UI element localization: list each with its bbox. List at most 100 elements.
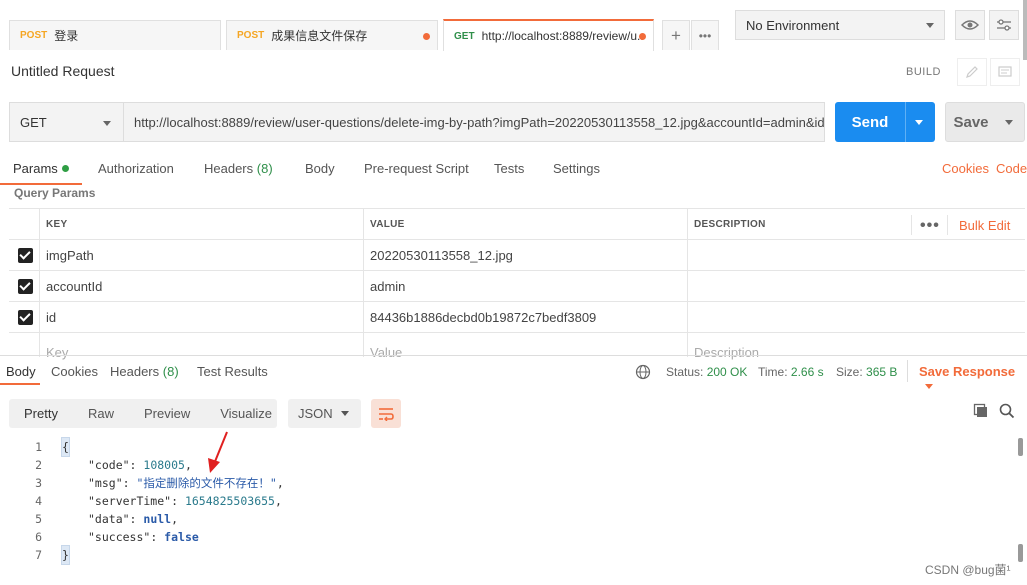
tab-pre-request-script[interactable]: Pre-request Script <box>364 161 469 176</box>
json-key: "msg" <box>88 476 123 490</box>
line-number: 6 <box>35 530 42 544</box>
json-value: false <box>164 530 199 544</box>
param-description[interactable] <box>688 271 1025 302</box>
chevron-down-icon <box>926 23 934 28</box>
line-number: 2 <box>35 458 42 472</box>
row-checkbox[interactable] <box>18 248 33 263</box>
json-key: "success" <box>88 530 151 544</box>
checkbox-cell <box>9 302 40 333</box>
table-header-row: KEY VALUE DESCRIPTION ••• Bulk Edit <box>9 209 1025 240</box>
tab-label: Authorization <box>98 161 174 176</box>
wrap-lines-button[interactable] <box>371 399 401 428</box>
active-dot-icon <box>61 165 69 172</box>
view-raw[interactable]: Raw <box>73 406 129 421</box>
column-header-value: VALUE <box>364 209 688 240</box>
table-row: id 84436b1886decbd0b19872c7bedf3809 <box>9 302 1025 333</box>
tab-label: Body <box>305 161 335 176</box>
request-section-tabs: Params Authorization Headers (8) Body Pr… <box>0 155 1027 185</box>
search-icon[interactable] <box>999 403 1015 419</box>
response-tab-body[interactable]: Body <box>6 364 36 379</box>
view-visualize[interactable]: Visualize <box>205 406 287 421</box>
chevron-down-icon[interactable] <box>1005 119 1013 125</box>
chevron-down-icon <box>925 384 933 389</box>
tab-options-button[interactable]: ••• <box>691 20 719 50</box>
json-key: "data" <box>88 512 130 526</box>
view-pretty[interactable]: Pretty <box>9 406 73 421</box>
new-key-input[interactable]: Key <box>40 333 364 360</box>
code-line: 5 "data": null, <box>0 510 1027 528</box>
tab-title: 登录 <box>54 29 79 43</box>
response-tab-cookies[interactable]: Cookies <box>51 364 98 379</box>
code-link[interactable]: Code <box>996 161 1027 176</box>
globe-icon[interactable] <box>635 364 651 380</box>
format-select[interactable]: JSON <box>288 399 361 428</box>
param-value[interactable]: admin <box>364 271 688 302</box>
response-tab-headers[interactable]: Headers (8) <box>110 364 179 379</box>
tab-body[interactable]: Body <box>305 161 335 176</box>
unsaved-dot-icon <box>639 33 646 40</box>
divider <box>947 215 948 235</box>
response-body-editor[interactable]: 1{ 2 "code": 108005, 3 "msg": "指定删除的文件不存在！… <box>0 437 1027 565</box>
tab-authorization[interactable]: Authorization <box>98 161 174 176</box>
param-key[interactable]: imgPath <box>40 240 364 271</box>
response-time: Time: 2.66 s <box>758 365 824 379</box>
http-method-select[interactable]: GET <box>9 102 124 142</box>
new-description-input[interactable]: Description <box>688 333 1025 360</box>
send-split <box>905 102 906 142</box>
editor-scrollbar[interactable] <box>1018 438 1023 456</box>
url-input[interactable]: http://localhost:8889/review/user-questi… <box>124 102 825 142</box>
row-checkbox[interactable] <box>18 279 33 294</box>
send-button[interactable]: Send <box>835 102 935 142</box>
request-tab-active[interactable]: GET http://localhost:8889/review/u... <box>443 19 654 51</box>
copy-icon[interactable] <box>973 403 989 419</box>
row-checkbox[interactable] <box>18 310 33 325</box>
tab-settings[interactable]: Settings <box>553 161 600 176</box>
environment-quick-look-button[interactable] <box>955 10 985 40</box>
new-tab-button[interactable]: + <box>662 20 690 50</box>
editor-scrollbar[interactable] <box>1018 544 1023 562</box>
save-response-button[interactable]: Save Response <box>919 364 1027 394</box>
line-number: 3 <box>35 476 42 490</box>
active-tab-indicator <box>0 383 40 385</box>
more-icon: ••• <box>698 28 712 43</box>
save-button[interactable]: Save <box>945 102 1025 142</box>
request-tab-login[interactable]: POST 登录 <box>9 20 221 50</box>
param-description[interactable] <box>688 302 1025 333</box>
table-row: imgPath 20220530113558_12.jpg <box>9 240 1025 271</box>
tab-title: http://localhost:8889/review/u... <box>481 29 643 43</box>
tab-headers[interactable]: Headers (8) <box>204 161 273 176</box>
cookies-link[interactable]: Cookies <box>942 161 989 176</box>
param-value[interactable]: 84436b1886decbd0b19872c7bedf3809 <box>364 302 688 333</box>
more-options-icon[interactable]: ••• <box>920 217 940 235</box>
code-line: 3 "msg": "指定删除的文件不存在！", <box>0 474 1027 492</box>
request-tab-save-file[interactable]: POST 成果信息文件保存 <box>226 20 438 50</box>
view-preview[interactable]: Preview <box>129 406 205 421</box>
response-tab-test-results[interactable]: Test Results <box>197 364 268 379</box>
window-scrollbar[interactable] <box>1023 0 1027 60</box>
tab-label: Settings <box>553 161 600 176</box>
request-title[interactable]: Untitled Request <box>11 63 115 79</box>
tab-label: Params <box>13 161 58 176</box>
tab-tests[interactable]: Tests <box>494 161 524 176</box>
param-key[interactable]: id <box>40 302 364 333</box>
header-checkbox-cell <box>9 209 40 240</box>
manage-environments-button[interactable] <box>989 10 1019 40</box>
code-text: } <box>61 545 70 565</box>
response-splitter[interactable] <box>0 355 1027 356</box>
edit-button[interactable] <box>957 58 987 86</box>
chevron-down-icon <box>341 411 349 416</box>
bulk-edit-link[interactable]: Bulk Edit <box>959 218 1010 233</box>
param-value[interactable]: 20220530113558_12.jpg <box>364 240 688 271</box>
response-size: Size: 365 B <box>836 365 897 379</box>
tab-params[interactable]: Params <box>13 161 69 176</box>
unsaved-dot-icon <box>423 33 430 40</box>
status-value: 200 OK <box>706 365 748 379</box>
new-value-input[interactable]: Value <box>364 333 688 360</box>
json-key: "code" <box>88 458 130 472</box>
comments-button[interactable] <box>990 58 1020 86</box>
chevron-down-icon[interactable] <box>915 119 923 125</box>
param-description[interactable] <box>688 240 1025 271</box>
tab-method: GET <box>454 30 475 42</box>
environment-select[interactable]: No Environment <box>735 10 945 40</box>
param-key[interactable]: accountId <box>40 271 364 302</box>
